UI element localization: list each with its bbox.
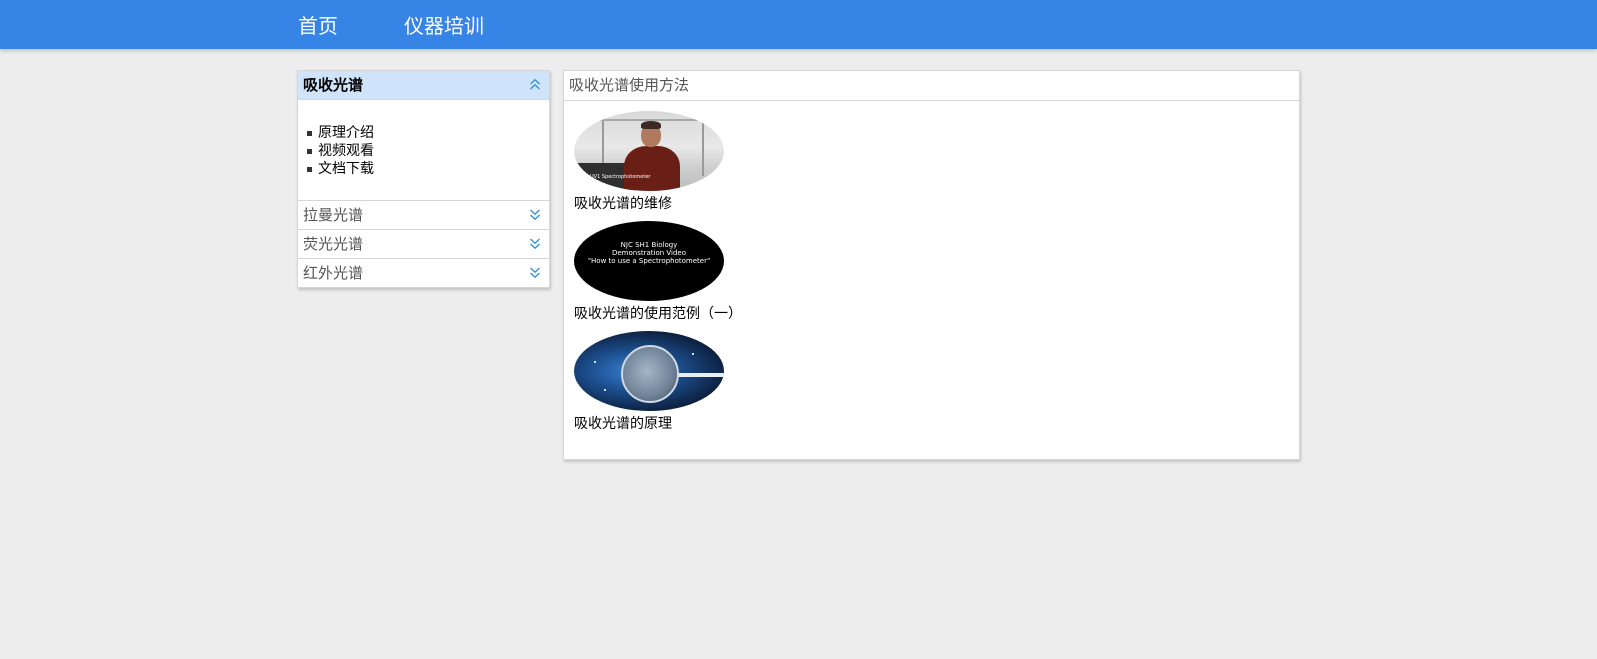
video-thumbnail-lab[interactable]: UV1 Spectrophotometer [574, 111, 724, 191]
nav-training-link[interactable]: 仪器培训 [404, 13, 484, 39]
accordion-header-fluorescence[interactable]: 荧光光谱 [298, 229, 549, 258]
video-item-repair[interactable]: UV1 Spectrophotometer 吸收光谱的维修 [574, 111, 724, 215]
accordion-header-label: 吸收光谱 [303, 76, 364, 94]
thumb-card-line: NJC SH1 Biology [620, 241, 678, 249]
thumb-light-beam [674, 373, 724, 377]
accordion-header-raman[interactable]: 拉曼光谱 [298, 200, 549, 229]
thumb-star [604, 389, 606, 391]
thumb-lens [621, 345, 679, 403]
video-item-example[interactable]: NJC SH1 Biology Demonstration Video "How… [574, 221, 742, 325]
accordion-body-absorption: 原理介绍 视频观看 文档下载 [298, 100, 549, 200]
panel-title: 吸收光谱使用方法 [564, 71, 1299, 101]
thumb-pole [702, 121, 704, 176]
video-thumbnail-lens[interactable] [574, 331, 724, 411]
thumb-star [594, 361, 596, 363]
submenu-item-download[interactable]: 文档下载 [307, 160, 374, 178]
top-nav-bar: 首页 仪器培训 [0, 0, 1597, 49]
submenu-item-label: 原理介绍 [318, 125, 374, 141]
thumb-card-text: NJC SH1 Biology Demonstration Video "How… [574, 241, 724, 265]
sidebar-accordion: 吸收光谱 原理介绍 视频观看 文档下载 拉曼光谱 荧光光谱 红外光谱 [297, 70, 550, 288]
double-chevron-down-icon [530, 238, 540, 250]
bullet-icon [307, 149, 312, 154]
submenu-item-principle[interactable]: 原理介绍 [307, 124, 374, 142]
double-chevron-down-icon [530, 267, 540, 279]
double-chevron-up-icon [530, 78, 540, 90]
submenu-list: 原理介绍 视频观看 文档下载 [307, 124, 374, 178]
bullet-icon [307, 167, 312, 172]
submenu-item-video[interactable]: 视频观看 [307, 142, 374, 160]
accordion-header-absorption[interactable]: 吸收光谱 [298, 71, 549, 100]
thumb-card-line: "How to use a Spectrophotometer" [587, 257, 711, 265]
nav-home-link[interactable]: 首页 [298, 13, 338, 39]
bullet-icon [307, 131, 312, 136]
submenu-item-label: 文档下载 [318, 161, 374, 177]
accordion-header-label: 红外光谱 [303, 264, 364, 282]
video-caption[interactable]: 吸收光谱的原理 [574, 413, 724, 435]
double-chevron-down-icon [530, 209, 540, 221]
main-content-panel: 吸收光谱使用方法 UV1 Spectrophotometer 吸收光谱的维修 N… [563, 70, 1300, 460]
accordion-header-infrared[interactable]: 红外光谱 [298, 258, 549, 287]
video-caption[interactable]: 吸收光谱的使用范例（一） [574, 303, 742, 325]
thumb-person-hair [641, 121, 661, 129]
video-item-principle[interactable]: 吸收光谱的原理 [574, 331, 724, 435]
submenu-item-label: 视频观看 [318, 143, 374, 159]
thumb-tagline: UV1 Spectrophotometer [590, 174, 651, 180]
video-thumbnail-title-card[interactable]: NJC SH1 Biology Demonstration Video "How… [574, 221, 724, 301]
accordion-header-label: 拉曼光谱 [303, 206, 364, 224]
video-caption[interactable]: 吸收光谱的维修 [574, 193, 724, 215]
thumb-person-body [624, 146, 680, 191]
thumb-star [692, 353, 694, 355]
thumb-card-line: Demonstration Video [611, 249, 687, 257]
accordion-header-label: 荧光光谱 [303, 235, 364, 253]
